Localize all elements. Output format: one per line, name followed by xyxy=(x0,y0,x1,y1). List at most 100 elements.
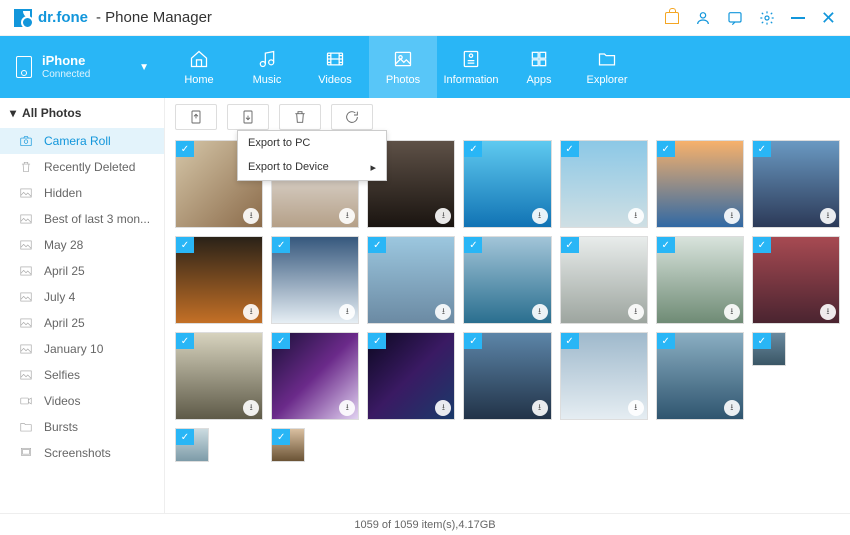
photo-icon xyxy=(18,264,34,278)
user-icon[interactable] xyxy=(695,10,711,26)
sidebar-item-best[interactable]: Best of last 3 mon... xyxy=(0,206,164,232)
photo-icon xyxy=(18,186,34,200)
check-icon: ✓ xyxy=(368,333,386,349)
sidebar-item-hidden[interactable]: Hidden xyxy=(0,180,164,206)
photo-thumb[interactable]: ✓⭳ xyxy=(175,236,263,324)
download-icon[interactable]: ⭳ xyxy=(532,208,548,224)
photo-thumb[interactable]: ✓⭳ xyxy=(560,140,648,228)
check-icon: ✓ xyxy=(753,333,771,349)
photo-thumb[interactable]: ✓⭳ xyxy=(656,332,744,420)
logo-icon xyxy=(14,9,32,27)
download-icon[interactable]: ⭳ xyxy=(628,304,644,320)
close-button[interactable]: ✕ xyxy=(821,9,836,27)
check-icon: ✓ xyxy=(561,141,579,157)
check-icon: ✓ xyxy=(176,333,194,349)
export-menu: Export to PC Export to Device▸ xyxy=(237,130,387,181)
sidebar-header[interactable]: ▾All Photos xyxy=(0,98,164,128)
download-icon[interactable]: ⭳ xyxy=(532,304,548,320)
check-icon: ✓ xyxy=(272,237,290,253)
photo-thumb[interactable]: ✓⭳ xyxy=(463,236,551,324)
toolbar: Export to PC Export to Device▸ xyxy=(165,98,850,136)
check-icon: ✓ xyxy=(368,237,386,253)
photo-thumb[interactable]: ✓ xyxy=(752,332,786,366)
download-icon[interactable]: ⭳ xyxy=(724,208,740,224)
photo-grid[interactable]: ✓⭳ ✓⭳ ✓⭳ ✓⭳ ✓⭳ ✓⭳ ✓⭳ ✓⭳ ✓⭳ ✓⭳ ✓⭳ ✓⭳ ✓⭳ ✓… xyxy=(165,136,850,513)
check-icon: ✓ xyxy=(272,429,290,445)
cart-icon[interactable] xyxy=(665,12,679,24)
check-icon: ✓ xyxy=(657,333,675,349)
photo-thumb[interactable]: ✓⭳ xyxy=(271,332,359,420)
photo-thumb[interactable]: ✓⭳ xyxy=(463,140,551,228)
nav-information[interactable]: Information xyxy=(437,36,505,98)
sidebar-item-jul4[interactable]: July 4 xyxy=(0,284,164,310)
check-icon: ✓ xyxy=(464,333,482,349)
photo-thumb[interactable]: ✓⭳ xyxy=(367,236,455,324)
check-icon: ✓ xyxy=(657,237,675,253)
minimize-button[interactable] xyxy=(791,17,805,19)
photo-thumb[interactable]: ✓⭳ xyxy=(656,140,744,228)
delete-button[interactable] xyxy=(279,104,321,130)
check-icon: ✓ xyxy=(176,429,194,445)
sidebar-item-videos[interactable]: Videos xyxy=(0,388,164,414)
nav-explorer[interactable]: Explorer xyxy=(573,36,641,98)
photo-thumb[interactable]: ✓ xyxy=(271,428,305,462)
chevron-down-icon: ▼ xyxy=(139,62,149,73)
settings-icon[interactable] xyxy=(759,10,775,26)
sidebar-item-may28[interactable]: May 28 xyxy=(0,232,164,258)
photo-icon xyxy=(18,342,34,356)
refresh-button[interactable] xyxy=(331,104,373,130)
export-to-device[interactable]: Export to Device▸ xyxy=(238,155,386,180)
photo-thumb[interactable]: ✓⭳ xyxy=(560,332,648,420)
photo-thumb[interactable]: ✓⭳ xyxy=(752,140,840,228)
device-status: Connected xyxy=(42,69,129,81)
photo-thumb[interactable]: ✓⭳ xyxy=(271,236,359,324)
status-text: 1059 of 1059 item(s),4.17GB xyxy=(354,519,495,531)
trash-icon xyxy=(18,160,34,174)
photo-thumb[interactable]: ✓⭳ xyxy=(560,236,648,324)
nav-videos[interactable]: Videos xyxy=(301,36,369,98)
nav-photos[interactable]: Photos xyxy=(369,36,437,98)
check-icon: ✓ xyxy=(272,333,290,349)
photo-thumb[interactable]: ✓ xyxy=(175,428,209,462)
sidebar-item-bursts[interactable]: Bursts xyxy=(0,414,164,440)
import-button[interactable] xyxy=(175,104,217,130)
check-icon: ✓ xyxy=(753,141,771,157)
download-icon[interactable]: ⭳ xyxy=(628,208,644,224)
check-icon: ✓ xyxy=(464,141,482,157)
nav-home[interactable]: Home xyxy=(165,36,233,98)
photo-thumb[interactable]: ✓⭳ xyxy=(656,236,744,324)
download-icon[interactable]: ⭳ xyxy=(532,400,548,416)
chevron-right-icon: ▸ xyxy=(370,161,376,174)
photo-thumb[interactable]: ✓⭳ xyxy=(463,332,551,420)
photo-thumb[interactable]: ✓⭳ xyxy=(752,236,840,324)
feedback-icon[interactable] xyxy=(727,10,743,26)
phone-icon xyxy=(16,56,32,78)
navbar: iPhone Connected ▼ Home Music Videos Pho… xyxy=(0,36,850,98)
device-name: iPhone xyxy=(42,53,129,69)
sidebar-item-recently-deleted[interactable]: Recently Deleted xyxy=(0,154,164,180)
check-icon: ✓ xyxy=(176,237,194,253)
video-icon xyxy=(18,394,34,408)
check-icon: ✓ xyxy=(561,333,579,349)
check-icon: ✓ xyxy=(464,237,482,253)
export-button[interactable] xyxy=(227,104,269,130)
check-icon: ✓ xyxy=(176,141,194,157)
export-to-pc[interactable]: Export to PC xyxy=(238,131,386,155)
photo-thumb[interactable]: ✓⭳ xyxy=(175,332,263,420)
sidebar-item-apr25a[interactable]: April 25 xyxy=(0,258,164,284)
camera-icon xyxy=(18,134,34,148)
photo-icon xyxy=(18,368,34,382)
photo-thumb[interactable]: ✓⭳ xyxy=(367,332,455,420)
titlebar: dr.fone - Phone Manager ✕ xyxy=(0,0,850,36)
sidebar-item-screenshots[interactable]: Screenshots xyxy=(0,440,164,466)
app-logo: dr.fone xyxy=(14,9,88,27)
nav-apps[interactable]: Apps xyxy=(505,36,573,98)
sidebar-item-apr25b[interactable]: April 25 xyxy=(0,310,164,336)
sidebar-item-camera-roll[interactable]: Camera Roll xyxy=(0,128,164,154)
device-selector[interactable]: iPhone Connected ▼ xyxy=(0,36,165,98)
check-icon: ✓ xyxy=(753,237,771,253)
sidebar-item-jan10[interactable]: January 10 xyxy=(0,336,164,362)
photo-icon xyxy=(18,290,34,304)
nav-music[interactable]: Music xyxy=(233,36,301,98)
sidebar-item-selfies[interactable]: Selfies xyxy=(0,362,164,388)
